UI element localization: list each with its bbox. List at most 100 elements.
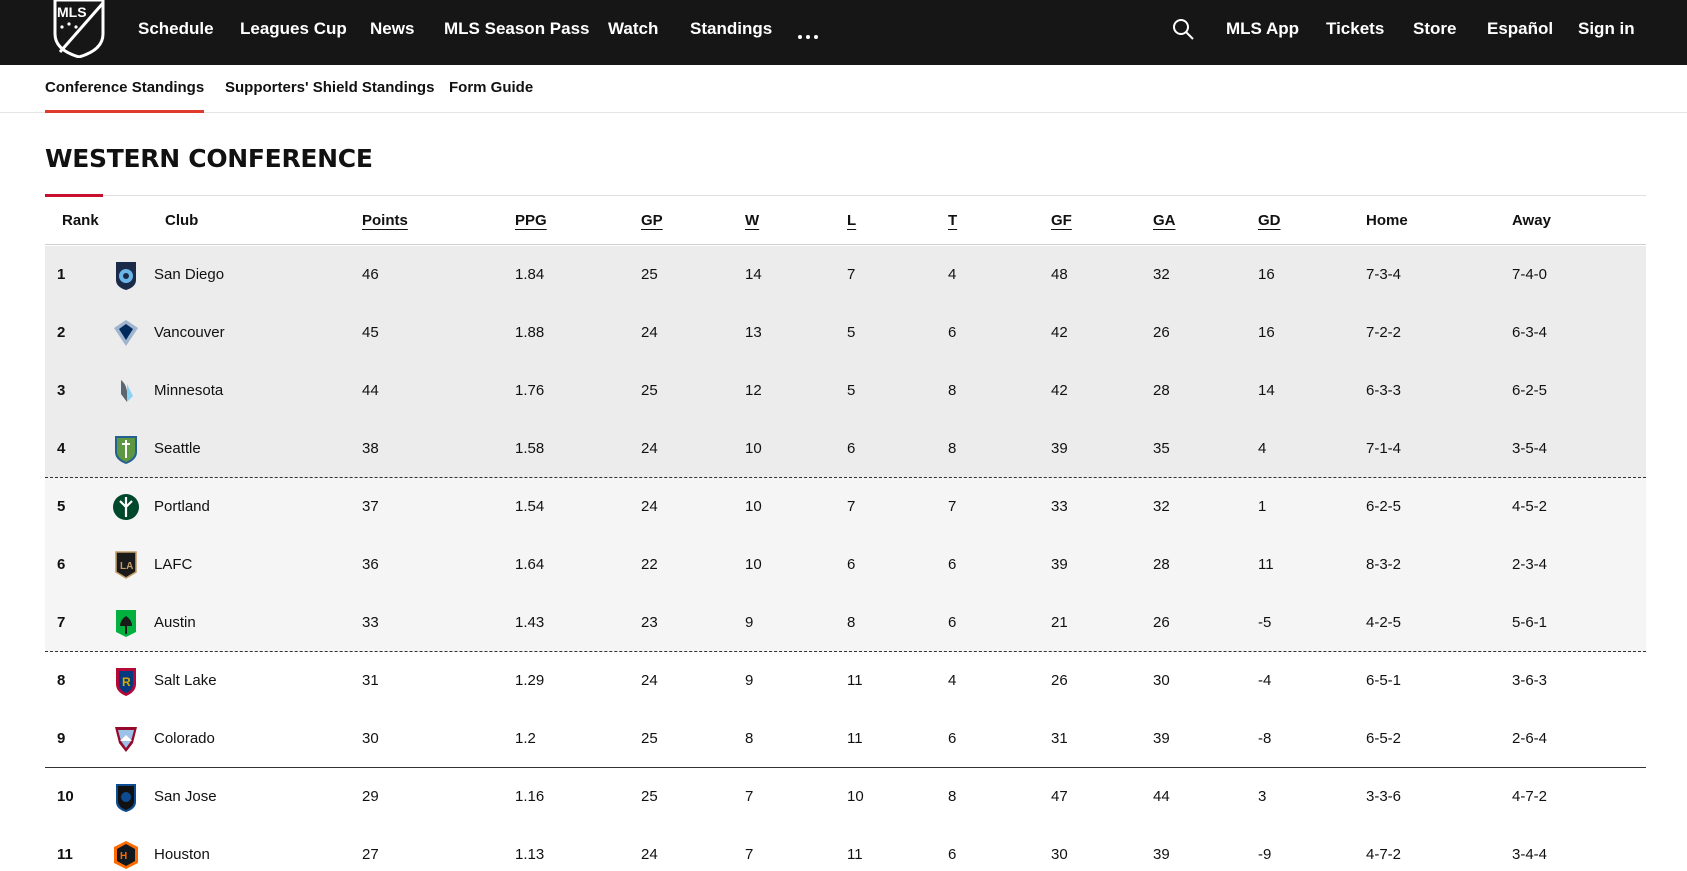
table-row[interactable]: 7 Austin 33 1.43 23 9 8 6 21 26 -5 4-2-5… bbox=[45, 594, 1646, 652]
nav-mls-app[interactable]: MLS App bbox=[1226, 0, 1299, 58]
table-row[interactable]: 8 R Salt Lake 31 1.29 24 9 11 4 26 30 -4… bbox=[45, 652, 1646, 710]
gp-cell: 24 bbox=[641, 846, 658, 863]
table-row[interactable]: 3 Minnesota 44 1.76 25 12 5 8 42 28 14 6… bbox=[45, 362, 1646, 420]
losses-cell: 7 bbox=[847, 498, 856, 515]
away-record-cell: 7-4-0 bbox=[1512, 266, 1548, 283]
club-name-link[interactable]: Colorado bbox=[154, 730, 215, 747]
wins-cell: 8 bbox=[745, 730, 754, 747]
club-name-link[interactable]: Minnesota bbox=[154, 382, 223, 399]
table-row[interactable]: 2 Vancouver 45 1.88 24 13 5 6 42 26 16 7… bbox=[45, 304, 1646, 362]
tab-supporters-shield-standings[interactable]: Supporters' Shield Standings bbox=[225, 65, 434, 113]
points-cell: 46 bbox=[362, 266, 379, 283]
ga-cell: 39 bbox=[1153, 846, 1170, 863]
mls-logo-text: MLS bbox=[57, 4, 87, 20]
san-jose-crest-icon bbox=[111, 782, 141, 812]
ga-cell: 32 bbox=[1153, 498, 1170, 515]
ppg-cell: 1.64 bbox=[515, 556, 545, 573]
rank-cell: 3 bbox=[57, 382, 66, 399]
ppg-cell: 1.84 bbox=[515, 266, 545, 283]
nav-standings[interactable]: Standings bbox=[690, 0, 772, 58]
table-row[interactable]: 11 H Houston 27 1.13 24 7 11 6 30 39 -9 … bbox=[45, 826, 1646, 871]
header-points[interactable]: Points bbox=[362, 212, 408, 229]
away-record-cell: 2-6-4 bbox=[1512, 730, 1548, 747]
gp-cell: 24 bbox=[641, 440, 658, 457]
tab-form-guide[interactable]: Form Guide bbox=[449, 65, 533, 113]
header-t[interactable]: T bbox=[948, 212, 957, 229]
gp-cell: 25 bbox=[641, 730, 658, 747]
away-record-cell: 4-7-2 bbox=[1512, 788, 1548, 805]
ties-cell: 6 bbox=[948, 846, 957, 863]
nav-espanol[interactable]: Español bbox=[1487, 0, 1553, 58]
nav-store[interactable]: Store bbox=[1413, 0, 1456, 58]
header-w[interactable]: W bbox=[745, 212, 759, 229]
colorado-crest-icon bbox=[111, 724, 141, 754]
minnesota-crest-icon bbox=[111, 376, 141, 406]
wins-cell: 7 bbox=[745, 846, 754, 863]
home-record-cell: 6-5-2 bbox=[1366, 730, 1402, 747]
playoff-cutoff-line bbox=[45, 767, 1646, 768]
header-l[interactable]: L bbox=[847, 212, 856, 229]
header-ga[interactable]: GA bbox=[1153, 212, 1176, 229]
gd-cell: 16 bbox=[1258, 324, 1275, 341]
table-row[interactable]: 5 Portland 37 1.54 24 10 7 7 33 32 1 6-2… bbox=[45, 478, 1646, 536]
club-name-link[interactable]: Houston bbox=[154, 846, 210, 863]
points-cell: 36 bbox=[362, 556, 379, 573]
header-gf[interactable]: GF bbox=[1051, 212, 1072, 229]
ties-cell: 6 bbox=[948, 614, 957, 631]
away-record-cell: 4-5-2 bbox=[1512, 498, 1548, 515]
ties-cell: 6 bbox=[948, 324, 957, 341]
home-record-cell: 6-2-5 bbox=[1366, 498, 1402, 515]
nav-leagues-cup[interactable]: Leagues Cup bbox=[240, 0, 347, 58]
nav-watch[interactable]: Watch bbox=[608, 0, 658, 58]
header-away: Away bbox=[1512, 212, 1551, 229]
gd-cell: -8 bbox=[1258, 730, 1272, 747]
club-name-link[interactable]: Vancouver bbox=[154, 324, 225, 341]
home-record-cell: 6-5-1 bbox=[1366, 672, 1402, 689]
nav-sign-in[interactable]: Sign in bbox=[1578, 0, 1635, 58]
wins-cell: 14 bbox=[745, 266, 762, 283]
ppg-cell: 1.76 bbox=[515, 382, 545, 399]
ppg-cell: 1.88 bbox=[515, 324, 545, 341]
away-record-cell: 3-6-3 bbox=[1512, 672, 1548, 689]
table-row[interactable]: 4 Seattle 38 1.58 24 10 6 8 39 35 4 7-1-… bbox=[45, 420, 1646, 478]
gd-cell: 4 bbox=[1258, 440, 1267, 457]
header-gd[interactable]: GD bbox=[1258, 212, 1281, 229]
gd-cell: -5 bbox=[1258, 614, 1272, 631]
wins-cell: 9 bbox=[745, 614, 754, 631]
club-name-link[interactable]: Portland bbox=[154, 498, 210, 515]
nav-schedule[interactable]: Schedule bbox=[138, 0, 214, 58]
points-cell: 45 bbox=[362, 324, 379, 341]
header-gp[interactable]: GP bbox=[641, 212, 663, 229]
losses-cell: 11 bbox=[847, 846, 863, 863]
title-divider bbox=[45, 195, 1646, 196]
club-name-link[interactable]: Austin bbox=[154, 614, 196, 631]
mls-logo[interactable]: MLS bbox=[52, 0, 106, 58]
nav-tickets[interactable]: Tickets bbox=[1326, 0, 1384, 58]
search-icon[interactable] bbox=[1171, 17, 1195, 41]
gd-cell: 16 bbox=[1258, 266, 1275, 283]
gf-cell: 48 bbox=[1051, 266, 1068, 283]
home-record-cell: 6-3-3 bbox=[1366, 382, 1402, 399]
svg-text:H: H bbox=[120, 851, 127, 862]
table-row[interactable]: 1 San Diego 46 1.84 25 14 7 4 48 32 16 7… bbox=[45, 246, 1646, 304]
away-record-cell: 6-3-4 bbox=[1512, 324, 1548, 341]
club-name-link[interactable]: San Diego bbox=[154, 266, 224, 283]
standings-table-header: Rank Club Points PPG GP W L T GF GA GD H… bbox=[45, 197, 1646, 245]
club-name-link[interactable]: Seattle bbox=[154, 440, 201, 457]
gf-cell: 42 bbox=[1051, 382, 1068, 399]
club-name-link[interactable]: LAFC bbox=[154, 556, 192, 573]
san-diego-crest-icon bbox=[111, 260, 141, 290]
wins-cell: 9 bbox=[745, 672, 754, 689]
club-name-link[interactable]: Salt Lake bbox=[154, 672, 217, 689]
nav-mls-season-pass[interactable]: MLS Season Pass bbox=[444, 0, 590, 58]
more-dots-icon[interactable] bbox=[798, 26, 822, 39]
club-name-link[interactable]: San Jose bbox=[154, 788, 217, 805]
vancouver-crest-icon bbox=[111, 318, 141, 348]
table-row[interactable]: 10 San Jose 29 1.16 25 7 10 8 47 44 3 3-… bbox=[45, 768, 1646, 826]
table-row[interactable]: 6 LA LAFC 36 1.64 22 10 6 6 39 28 11 8-3… bbox=[45, 536, 1646, 594]
header-ppg[interactable]: PPG bbox=[515, 212, 547, 229]
tab-conference-standings[interactable]: Conference Standings bbox=[45, 65, 205, 113]
nav-news[interactable]: News bbox=[370, 0, 414, 58]
top-navigation-bar: MLS Schedule Leagues Cup News MLS Season… bbox=[0, 0, 1687, 65]
table-row[interactable]: 9 Colorado 30 1.2 25 8 11 6 31 39 -8 6-5… bbox=[45, 710, 1646, 768]
